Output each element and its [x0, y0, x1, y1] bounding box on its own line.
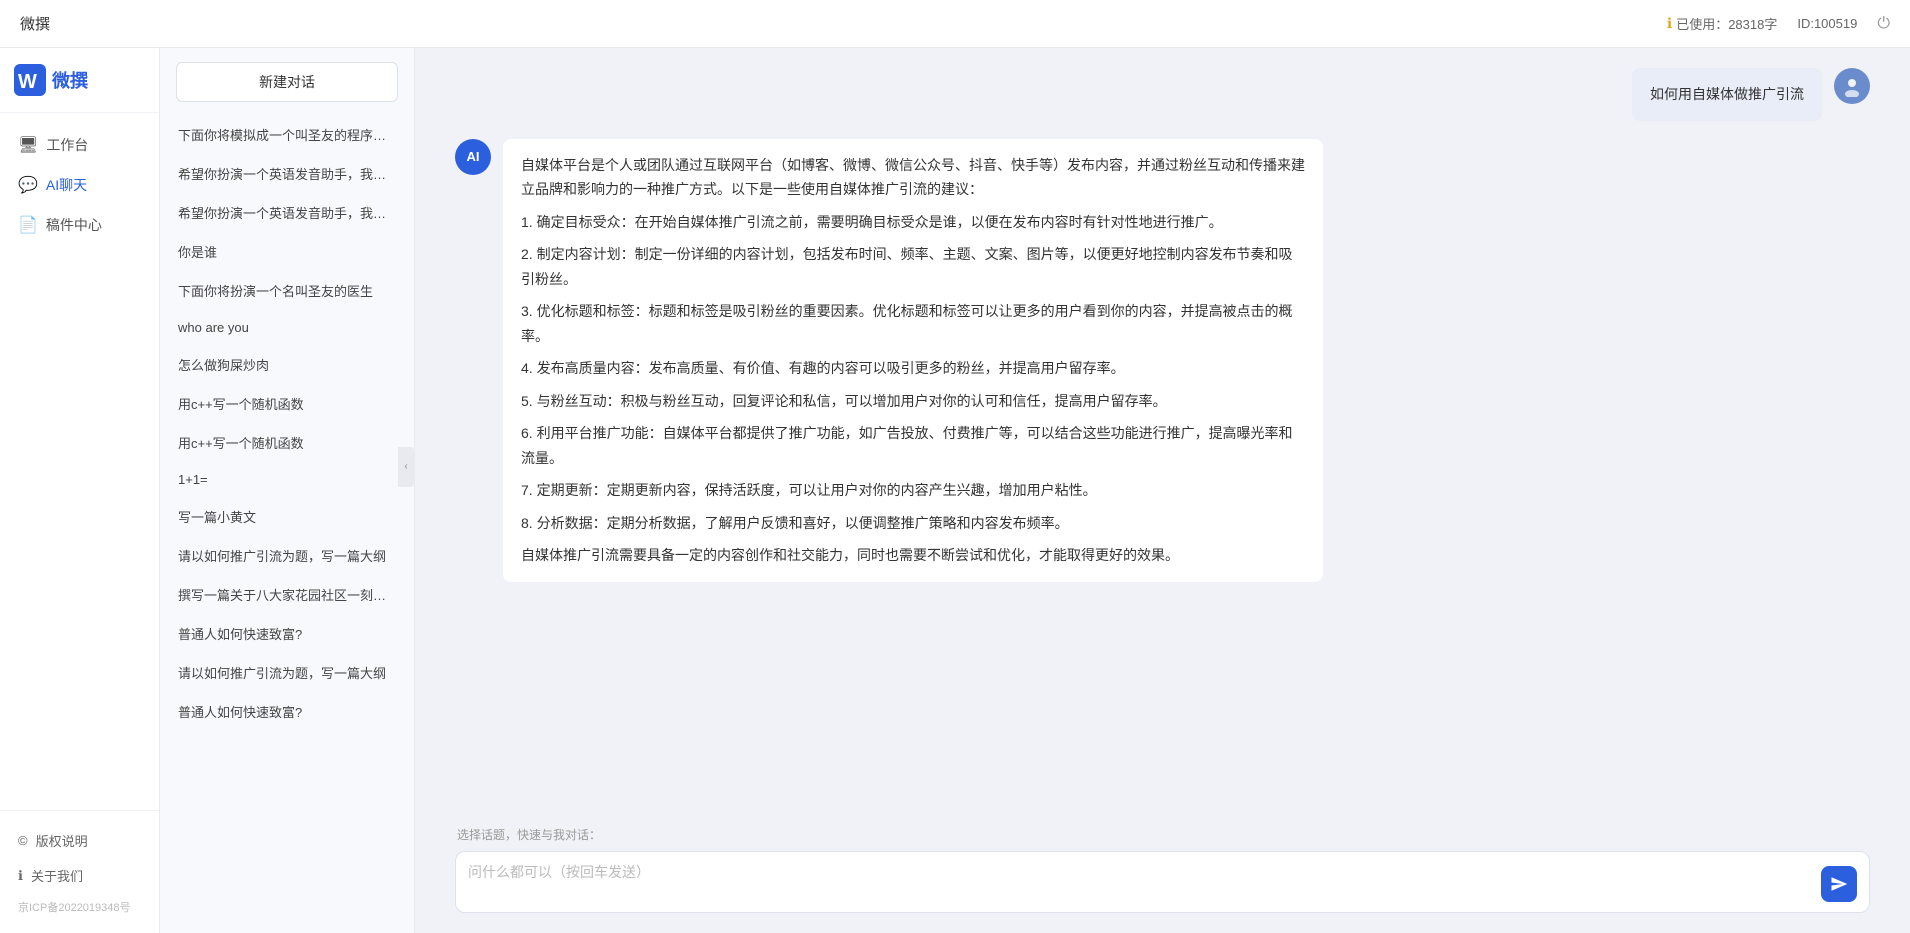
history-list: 下面你将模拟成一个叫圣友的程序员，我说...希望你扮演一个英语发音助手，我提供给…: [160, 116, 414, 933]
ai-paragraph: 3. 优化标题和标签：标题和标签是吸引粉丝的重要因素。优化标题和标签可以让更多的…: [521, 299, 1305, 348]
history-item[interactable]: 用c++写一个随机函数: [168, 385, 406, 422]
about-item[interactable]: ℹ 关于我们: [0, 858, 159, 893]
ai-paragraph: 2. 制定内容计划：制定一份详细的内容计划，包括发布时间、频率、主题、文案、图片…: [521, 242, 1305, 291]
info-icon: ℹ: [1667, 15, 1672, 32]
about-icon: ℹ: [18, 868, 23, 884]
sidebar-item-label: AI聊天: [46, 175, 87, 195]
send-icon: [1830, 875, 1848, 893]
usage-info: ℹ 已使用：28318字: [1667, 14, 1777, 33]
input-box: [455, 851, 1870, 913]
history-item[interactable]: 希望你扮演一个英语发音助手，我提供给你...: [168, 194, 406, 231]
history-item[interactable]: 下面你将扮演一个名叫圣友的医生: [168, 272, 406, 309]
icp-text: 京ICP备2022019348号: [0, 893, 159, 921]
history-item[interactable]: 普通人如何快速致富?: [168, 615, 406, 652]
history-item[interactable]: 希望你扮演一个英语发音助手，我提供给你...: [168, 155, 406, 192]
history-item[interactable]: 怎么做狗屎炒肉: [168, 346, 406, 383]
user-message-bubble: 如何用自媒体做推广引流: [1632, 68, 1822, 121]
logo: W 微撰: [0, 48, 159, 113]
ai-paragraph: 8. 分析数据：定期分析数据，了解用户反馈和喜好，以便调整推广策略和内容发布频率…: [521, 511, 1305, 536]
sidebar-footer: © 版权说明 ℹ 关于我们 京ICP备2022019348号: [0, 810, 159, 933]
ai-avatar: AI: [455, 139, 491, 175]
history-item[interactable]: 请以如何推广引流为题，写一篇大纲: [168, 654, 406, 691]
history-item[interactable]: who are you: [168, 311, 406, 344]
ai-paragraph: 自媒体平台是个人或团队通过互联网平台（如博客、微博、微信公众号、抖音、快手等）发…: [521, 153, 1305, 202]
history-item[interactable]: 撰写一篇关于八大家花园社区一刻钟便民生...: [168, 576, 406, 613]
ai-message-bubble: 自媒体平台是个人或团队通过互联网平台（如博客、微博、微信公众号、抖音、快手等）发…: [503, 139, 1323, 582]
topbar: 微撰 ℹ 已使用：28318字 ID:100519 ⏻: [0, 0, 1910, 48]
history-item[interactable]: 请以如何推广引流为题，写一篇大纲: [168, 537, 406, 574]
copyright-item[interactable]: © 版权说明: [0, 823, 159, 858]
ai-paragraph: 自媒体推广引流需要具备一定的内容创作和社交能力，同时也需要不断尝试和优化，才能取…: [521, 543, 1305, 568]
workbench-icon: 🖥: [18, 135, 38, 155]
copyright-icon: ©: [18, 833, 28, 848]
nav-items: 🖥 工作台 💬 AI聊天 📄 稿件中心: [0, 113, 159, 810]
ai-paragraph: 6. 利用平台推广功能：自媒体平台都提供了推广功能，如广告投放、付费推广等，可以…: [521, 421, 1305, 470]
history-item[interactable]: 1+1=: [168, 463, 406, 496]
chat-input[interactable]: [468, 862, 1813, 902]
user-message-text: 如何用自媒体做推广引流: [1650, 86, 1804, 102]
sidebar-item-manuscripts[interactable]: 📄 稿件中心: [0, 205, 159, 245]
history-item[interactable]: 普通人如何快速致富?: [168, 693, 406, 730]
history-panel: 新建对话 下面你将模拟成一个叫圣友的程序员，我说...希望你扮演一个英语发音助手…: [160, 48, 415, 933]
svg-text:W: W: [18, 71, 37, 93]
ai-paragraph: 4. 发布高质量内容：发布高质量、有价值、有趣的内容可以吸引更多的粉丝，并提高用…: [521, 356, 1305, 381]
history-item[interactable]: 用c++写一个随机函数: [168, 424, 406, 461]
sidebar-item-ai-chat[interactable]: 💬 AI聊天: [0, 165, 159, 205]
quick-topic-label: 选择话题，快速与我对话：: [455, 826, 1870, 843]
ai-paragraph: 5. 与粉丝互动：积极与粉丝互动，回复评论和私信，可以增加用户对你的认可和信任，…: [521, 389, 1305, 414]
user-message-row: 如何用自媒体做推广引流: [455, 68, 1870, 121]
sidebar: W 微撰 🖥 工作台 💬 AI聊天 📄 稿件中心 © 版权说明: [0, 48, 160, 933]
input-area: 选择话题，快速与我对话：: [415, 826, 1910, 933]
topbar-title: 微撰: [20, 13, 50, 34]
ai-message-row: AI 自媒体平台是个人或团队通过互联网平台（如博客、微博、微信公众号、抖音、快手…: [455, 139, 1870, 582]
usage-label: 已使用：28318字: [1676, 14, 1777, 33]
doc-icon: 📄: [18, 215, 38, 235]
copyright-label: 版权说明: [36, 831, 88, 850]
sidebar-item-label: 稿件中心: [46, 215, 102, 235]
ai-paragraph: 1. 确定目标受众：在开始自媒体推广引流之前，需要明确目标受众是谁，以便在发布内…: [521, 210, 1305, 235]
history-item[interactable]: 下面你将模拟成一个叫圣友的程序员，我说...: [168, 116, 406, 153]
collapse-button[interactable]: ‹: [398, 447, 414, 487]
topbar-right: ℹ 已使用：28318字 ID:100519 ⏻: [1667, 14, 1890, 33]
history-item[interactable]: 你是谁: [168, 233, 406, 270]
chat-area: 如何用自媒体做推广引流 AI 自媒体平台是个人或团队通过互联网平台（如博客、微博…: [415, 48, 1910, 933]
logout-icon[interactable]: ⏻: [1877, 15, 1890, 33]
logo-icon: W: [14, 64, 46, 96]
logo-text: 微撰: [52, 67, 88, 93]
about-label: 关于我们: [31, 866, 83, 885]
new-chat-button[interactable]: 新建对话: [176, 62, 398, 102]
send-button[interactable]: [1821, 866, 1857, 902]
history-item[interactable]: 写一篇小黄文: [168, 498, 406, 535]
chat-messages: 如何用自媒体做推广引流 AI 自媒体平台是个人或团队通过互联网平台（如博客、微博…: [415, 48, 1910, 826]
sidebar-item-label: 工作台: [46, 135, 88, 155]
id-label: ID:100519: [1797, 16, 1857, 31]
sidebar-item-workbench[interactable]: 🖥 工作台: [0, 125, 159, 165]
chat-icon: 💬: [18, 175, 38, 195]
ai-paragraph: 7. 定期更新：定期更新内容，保持活跃度，可以让用户对你的内容产生兴趣，增加用户…: [521, 478, 1305, 503]
user-avatar: [1834, 68, 1870, 104]
